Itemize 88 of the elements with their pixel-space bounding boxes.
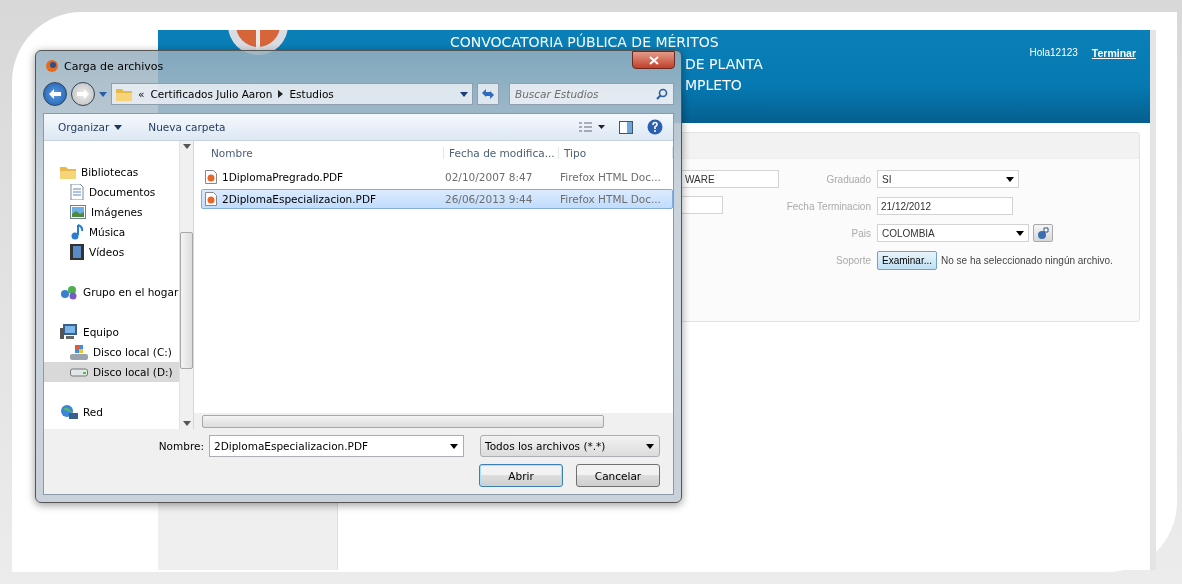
- user-name: Hola12123: [1029, 47, 1078, 60]
- field-label: Soporte: [834, 255, 871, 266]
- search-icon: [656, 88, 668, 100]
- chevron-icon: [278, 90, 284, 98]
- system-disk-icon: [70, 344, 88, 360]
- file-row[interactable]: 1DiplomaPregrado.PDF 02/10/2007 8:47 Firefox HTML Doc...: [201, 167, 673, 187]
- field-label: Pais: [850, 227, 871, 239]
- breadcrumb-item[interactable]: Estudios: [289, 88, 334, 100]
- nav-item[interactable]: Red: [44, 402, 179, 422]
- folder-icon: [116, 87, 132, 101]
- header-title: CONVOCATORIA PÚBLICA DE MÉRITOS: [450, 35, 719, 50]
- help-icon[interactable]: [647, 119, 663, 135]
- filename-label: Nombre:: [158, 440, 204, 452]
- back-arrow-icon: [49, 89, 61, 99]
- horizontal-scrollbar[interactable]: [194, 413, 673, 429]
- music-icon: [70, 224, 84, 240]
- file-date: 02/10/2007 8:47: [445, 171, 534, 183]
- dropdown-caret-icon: [450, 443, 458, 449]
- dropdown-caret-icon: [182, 144, 191, 149]
- nav-item[interactable]: Disco local (C:): [44, 342, 179, 362]
- preview-pane-icon[interactable]: [619, 120, 633, 134]
- dropdown-caret-icon: [99, 91, 107, 97]
- nav-item[interactable]: Equipo: [44, 322, 179, 342]
- close-button[interactable]: [632, 51, 675, 69]
- nav-item[interactable]: Grupo en el hogar: [44, 282, 179, 302]
- file-type: Firefox HTML Doc...: [560, 171, 662, 183]
- select-field[interactable]: COLOMBIA: [877, 224, 1029, 242]
- nav-item[interactable]: Disco local (D:): [44, 362, 179, 382]
- search-field[interactable]: Buscar Estudios: [509, 83, 674, 105]
- field-label: Graduado: [825, 173, 871, 185]
- file-row[interactable]: 2DiplomaEspecializacion.PDF 26/06/2013 9:44 Firefox HTML Doc...: [201, 189, 673, 209]
- scrollbar[interactable]: [179, 141, 193, 429]
- file-date: 26/06/2013 9:44: [445, 193, 534, 205]
- forward-button[interactable]: [71, 82, 95, 106]
- globe-button[interactable]: [1033, 224, 1053, 242]
- nav-item[interactable]: Imágenes: [44, 202, 179, 222]
- homegroup-icon: [60, 284, 78, 300]
- browser-icon: [45, 59, 59, 73]
- forward-arrow-icon: [77, 89, 89, 99]
- dialog-button[interactable]: Abrir: [479, 464, 563, 487]
- nav-item[interactable]: Vídeos: [44, 242, 179, 262]
- file-type: Firefox HTML Doc...: [560, 193, 662, 205]
- video-icon: [70, 244, 84, 260]
- column-header[interactable]: Nombre: [194, 147, 444, 159]
- view-options-icon[interactable]: [579, 122, 605, 132]
- folder-icon: [60, 165, 76, 179]
- text-field[interactable]: WARE: [681, 170, 779, 188]
- file-name: 2DiplomaEspecializacion.PDF: [202, 192, 445, 206]
- breadcrumb-item[interactable]: «: [138, 88, 145, 100]
- document-icon: [70, 184, 84, 200]
- nav-item[interactable]: Documentos: [44, 182, 179, 202]
- header-title: MPLETO: [685, 76, 742, 95]
- dropdown-caret-icon: [460, 91, 468, 97]
- file-name: 1DiplomaPregrado.PDF: [202, 170, 445, 184]
- column-header[interactable]: Tipo: [559, 147, 673, 159]
- dropdown-caret-icon: [182, 421, 191, 426]
- dropdown-caret-icon: [114, 124, 123, 130]
- text-field[interactable]: [681, 196, 723, 214]
- column-header[interactable]: Fecha de modifica...: [444, 147, 559, 159]
- dropdown-caret-icon: [1016, 230, 1024, 236]
- back-button[interactable]: [43, 82, 67, 106]
- computer-icon: [60, 324, 78, 340]
- toolbar-button[interactable]: Organizar: [58, 121, 123, 133]
- image-icon: [70, 205, 86, 219]
- network-icon: [60, 404, 78, 420]
- file-status: No se ha seleccionado ningún archivo.: [941, 255, 1113, 266]
- field-label: Fecha Terminacion: [785, 200, 871, 212]
- toolbar-button[interactable]: Nueva carpeta: [148, 121, 226, 133]
- file-icon: [205, 192, 217, 206]
- nav-item[interactable]: Bibliotecas: [44, 162, 179, 182]
- text-field[interactable]: 21/12/2012: [877, 197, 1013, 215]
- close-icon: [648, 55, 659, 65]
- file-type-select[interactable]: Todos los archivos (*.*): [480, 435, 660, 457]
- refresh-button[interactable]: [477, 83, 499, 105]
- dialog-title: Carga de archivos: [64, 59, 164, 73]
- logout-link[interactable]: Terminar: [1091, 47, 1136, 123]
- dropdown-caret-icon: [1006, 176, 1014, 182]
- breadcrumb-item[interactable]: Certificados Julio Aaron: [150, 88, 273, 100]
- browse-button[interactable]: Examinar...: [877, 251, 938, 270]
- address-bar[interactable]: « Certificados Julio Aaron Estudios: [111, 83, 473, 105]
- filename-field[interactable]: 2DiplomaEspecializacion.PDF: [209, 435, 464, 457]
- select-field[interactable]: SI: [877, 170, 1019, 188]
- nav-item[interactable]: Música: [44, 222, 179, 242]
- file-icon: [205, 170, 217, 184]
- header-title: DE PLANTA: [685, 55, 763, 74]
- refresh-icon: [481, 88, 495, 100]
- dropdown-caret-icon: [646, 443, 654, 449]
- dialog-button[interactable]: Cancelar: [576, 464, 660, 487]
